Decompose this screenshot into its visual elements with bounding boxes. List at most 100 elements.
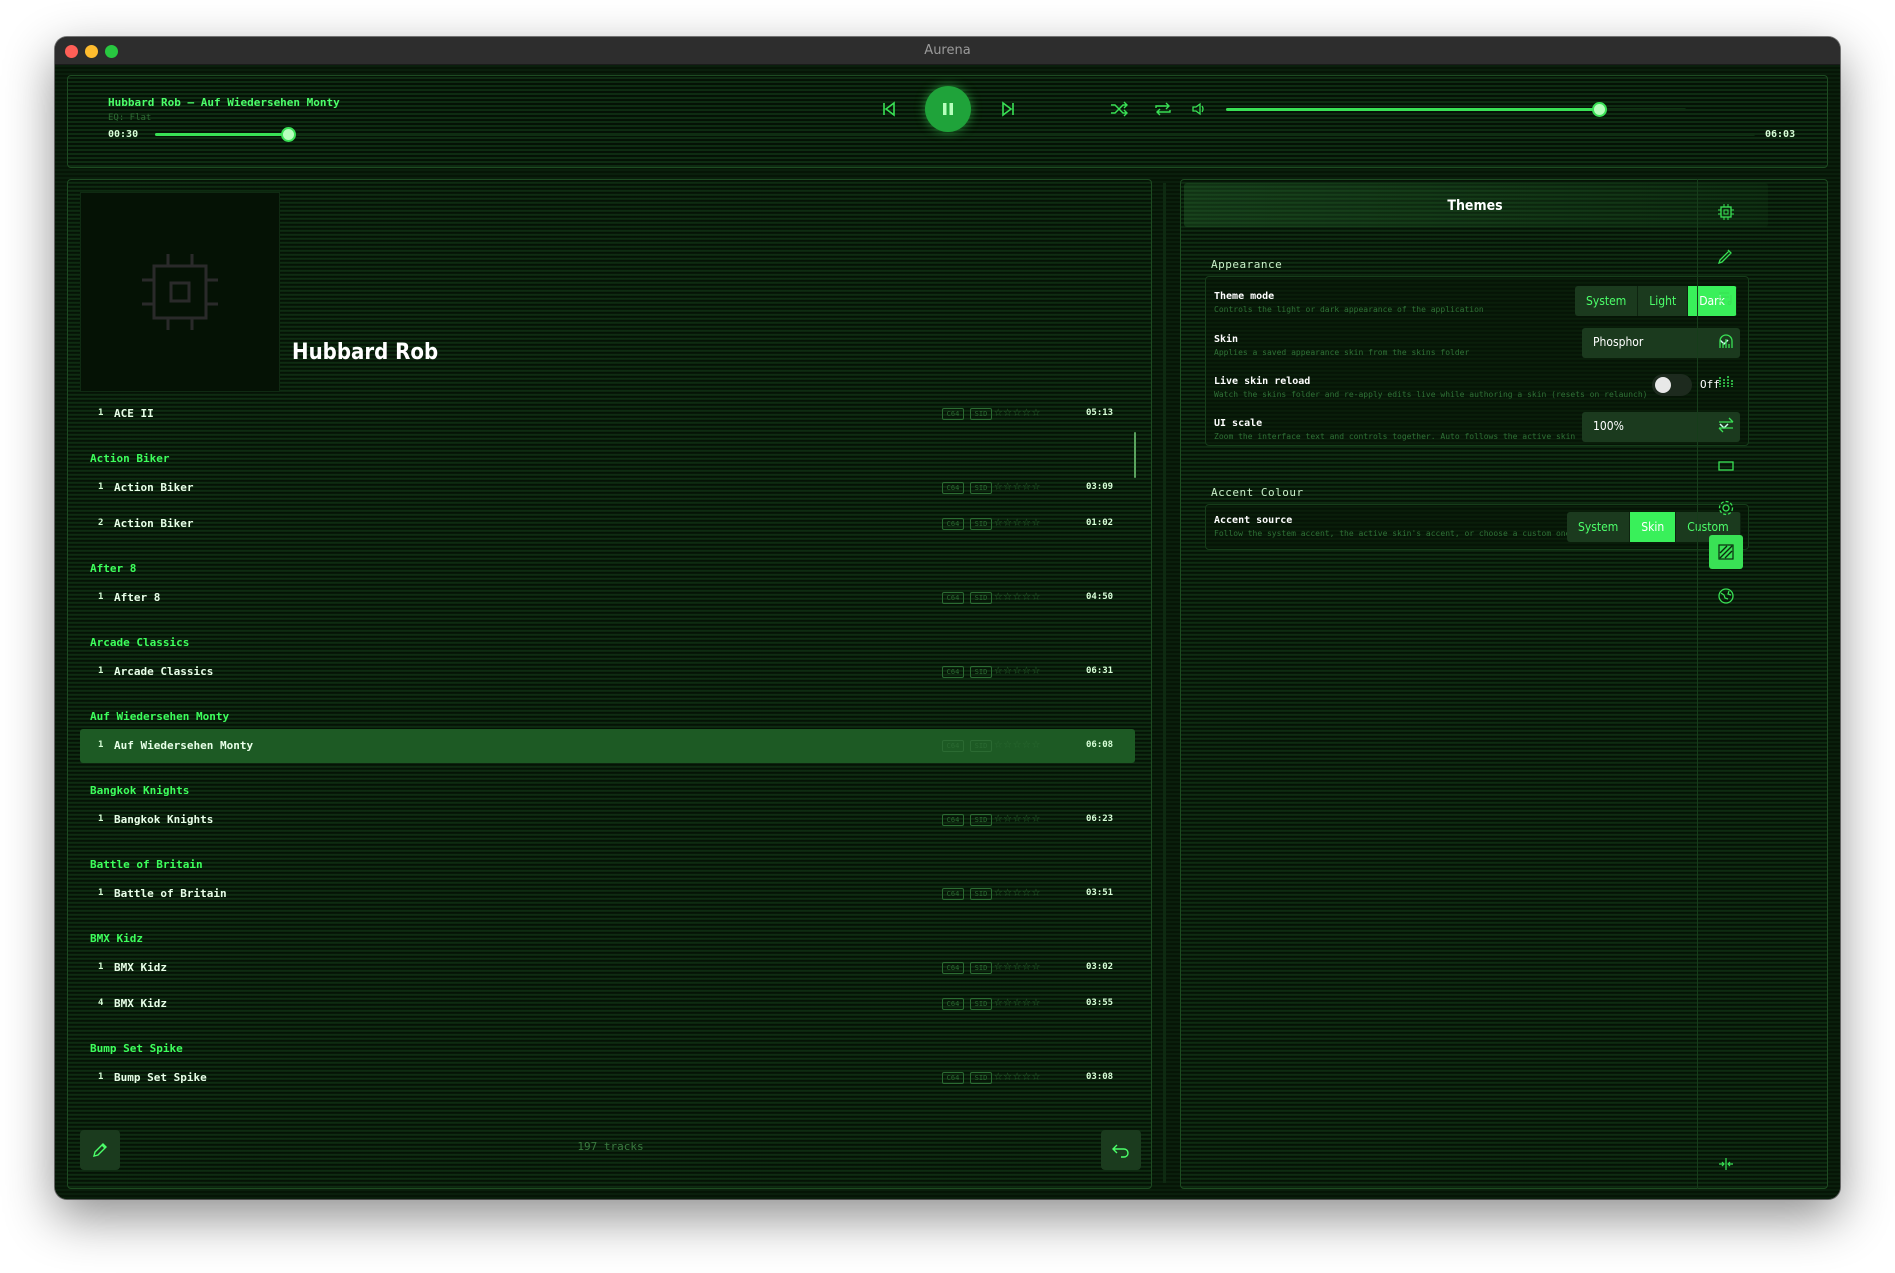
group-header[interactable]: Auf Wiedersehen Monty bbox=[90, 710, 229, 723]
c64-badge: C64 bbox=[942, 1072, 964, 1084]
scrollbar[interactable] bbox=[1134, 432, 1136, 478]
sidebar-transfer[interactable] bbox=[1709, 408, 1743, 442]
track-number: 2 bbox=[98, 518, 104, 528]
theme-mode-light[interactable]: Light bbox=[1638, 286, 1689, 316]
c64-badge: C64 bbox=[942, 814, 964, 826]
next-icon bbox=[1002, 101, 1014, 117]
rating-stars[interactable]: ☆☆☆☆☆ bbox=[994, 810, 1041, 826]
rating-stars[interactable]: ☆☆☆☆☆ bbox=[994, 588, 1041, 604]
track-title: Battle of Britain bbox=[114, 887, 227, 900]
rating-stars[interactable]: ☆☆☆☆☆ bbox=[994, 478, 1041, 494]
track-row[interactable]: 1 Bangkok Knights C64 SID ☆☆☆☆☆ 06:23 bbox=[80, 803, 1135, 837]
track-row[interactable]: 1 Battle of Britain C64 SID ☆☆☆☆☆ 03:51 bbox=[80, 877, 1135, 911]
track-title: After 8 bbox=[114, 591, 161, 604]
track-row[interactable]: 1 ACE II C64 SID ☆☆☆☆☆ 05:13 bbox=[80, 397, 1135, 431]
track-row[interactable]: 2 Action Biker C64 SID ☆☆☆☆☆ 01:02 bbox=[80, 507, 1135, 541]
back-button[interactable] bbox=[1101, 1130, 1141, 1170]
group-header[interactable]: Action Biker bbox=[90, 452, 169, 465]
track-number: 1 bbox=[98, 814, 104, 824]
live-reload-label: Live skin reload bbox=[1214, 376, 1311, 387]
repeat-button[interactable] bbox=[1152, 98, 1174, 120]
player-bar: Hubbard Rob – Auf Wiedersehen Monty EQ: … bbox=[67, 75, 1828, 168]
volume-slider[interactable] bbox=[1226, 102, 1686, 117]
library-panel: Hubbard Rob 1 ACE II C64 SID ☆☆☆☆☆ 05:13 Actio… bbox=[67, 179, 1152, 1189]
sidebar-settings[interactable] bbox=[1709, 491, 1743, 525]
appearance-heading: Appearance bbox=[1211, 258, 1283, 271]
elapsed-time: 00:30 bbox=[108, 129, 139, 140]
group-header[interactable]: Bangkok Knights bbox=[90, 784, 189, 797]
sidebar-themes[interactable] bbox=[1709, 535, 1743, 569]
sidebar-chip[interactable] bbox=[1709, 195, 1743, 229]
volume-handle[interactable] bbox=[1591, 102, 1607, 117]
rating-stars[interactable]: ☆☆☆☆☆ bbox=[994, 514, 1041, 530]
sidebar-visualizer[interactable] bbox=[1709, 324, 1743, 358]
live-reload-toggle[interactable] bbox=[1652, 374, 1692, 396]
track-row[interactable]: 1 After 8 C64 SID ☆☆☆☆☆ 04:50 bbox=[80, 581, 1135, 615]
rating-stars[interactable]: ☆☆☆☆☆ bbox=[994, 958, 1041, 974]
previous-button[interactable] bbox=[878, 98, 900, 120]
title-bar: Aurena bbox=[55, 37, 1840, 65]
sidebar-collapse[interactable] bbox=[1709, 1147, 1743, 1181]
settings-title: Themes bbox=[1447, 198, 1503, 214]
group-header[interactable]: Bump Set Spike bbox=[90, 1042, 183, 1055]
sid-badge: SID bbox=[970, 998, 992, 1010]
sidebar-equalizer[interactable] bbox=[1709, 365, 1743, 399]
track-row[interactable]: 4 BMX Kidz C64 SID ☆☆☆☆☆ 03:55 bbox=[80, 987, 1135, 1021]
rating-stars[interactable]: ☆☆☆☆☆ bbox=[994, 662, 1041, 678]
theme-mode-system[interactable]: System bbox=[1575, 286, 1639, 316]
pause-button[interactable] bbox=[925, 86, 971, 132]
group-header[interactable]: Battle of Britain bbox=[90, 858, 203, 871]
sid-badge: SID bbox=[970, 1072, 992, 1084]
track-row[interactable]: 1 Action Biker C64 SID ☆☆☆☆☆ 03:09 bbox=[80, 471, 1135, 505]
shuffle-button[interactable] bbox=[1108, 98, 1130, 120]
track-number: 1 bbox=[98, 1072, 104, 1082]
track-row[interactable]: 1 BMX Kidz C64 SID ☆☆☆☆☆ 03:02 bbox=[80, 951, 1135, 985]
sidebar-display[interactable] bbox=[1709, 449, 1743, 483]
skin-value: Phosphor bbox=[1593, 335, 1644, 349]
c64-badge: C64 bbox=[942, 888, 964, 900]
panel-divider[interactable] bbox=[1163, 183, 1166, 1183]
accent-skin[interactable]: Skin bbox=[1630, 512, 1677, 542]
rating-stars[interactable]: ☆☆☆☆☆ bbox=[994, 994, 1041, 1010]
shuffle-icon bbox=[1111, 101, 1128, 117]
settings-icon bbox=[1718, 500, 1734, 516]
seek-handle[interactable] bbox=[280, 127, 296, 142]
track-row[interactable]: 1 Bump Set Spike C64 SID ☆☆☆☆☆ 03:08 bbox=[80, 1061, 1135, 1095]
sidebar-playlist[interactable] bbox=[1709, 281, 1743, 315]
track-title: Action Biker bbox=[114, 481, 194, 494]
track-number: 1 bbox=[98, 666, 104, 676]
seek-slider[interactable] bbox=[155, 127, 1755, 142]
sidebar-globe[interactable] bbox=[1709, 579, 1743, 613]
globe-icon bbox=[1718, 588, 1734, 604]
track-row[interactable]: 1 Arcade Classics C64 SID ☆☆☆☆☆ 06:31 bbox=[80, 655, 1135, 689]
accent-system[interactable]: System bbox=[1567, 512, 1631, 542]
track-duration: 03:09 bbox=[1086, 482, 1114, 492]
now-playing-title: Hubbard Rob – Auf Wiedersehen Monty bbox=[108, 96, 340, 109]
playlist-icon bbox=[1719, 292, 1732, 305]
rating-stars[interactable]: ☆☆☆☆☆ bbox=[994, 736, 1041, 752]
group-header[interactable]: BMX Kidz bbox=[90, 932, 143, 945]
volume-button[interactable] bbox=[1188, 98, 1210, 120]
track-title: ACE II bbox=[114, 407, 154, 420]
rating-stars[interactable]: ☆☆☆☆☆ bbox=[994, 1068, 1041, 1084]
rating-stars[interactable]: ☆☆☆☆☆ bbox=[994, 884, 1041, 900]
track-duration: 04:50 bbox=[1086, 592, 1114, 602]
group-header[interactable]: Arcade Classics bbox=[90, 636, 189, 649]
sid-badge: SID bbox=[970, 666, 992, 678]
group-header[interactable]: After 8 bbox=[90, 562, 136, 575]
live-reload-desc: Watch the skins folder and re-apply edit… bbox=[1214, 390, 1648, 399]
track-duration: 03:08 bbox=[1086, 1072, 1114, 1082]
rating-stars[interactable]: ☆☆☆☆☆ bbox=[994, 404, 1041, 420]
next-button[interactable] bbox=[997, 98, 1019, 120]
sidebar-brush[interactable] bbox=[1709, 239, 1743, 273]
c64-badge: C64 bbox=[942, 592, 964, 604]
app-content: Hubbard Rob – Auf Wiedersehen Monty EQ: … bbox=[55, 65, 1840, 1199]
window-title: Aurena bbox=[924, 43, 971, 58]
chip-icon bbox=[1718, 204, 1734, 220]
track-row[interactable]: 1 Auf Wiedersehen Monty C64 SID ☆☆☆☆☆ 06:08 bbox=[80, 729, 1135, 763]
track-number: 4 bbox=[98, 998, 104, 1008]
c64-badge: C64 bbox=[942, 408, 964, 420]
c64-badge: C64 bbox=[942, 740, 964, 752]
track-number: 1 bbox=[98, 888, 104, 898]
pause-icon bbox=[943, 103, 953, 115]
